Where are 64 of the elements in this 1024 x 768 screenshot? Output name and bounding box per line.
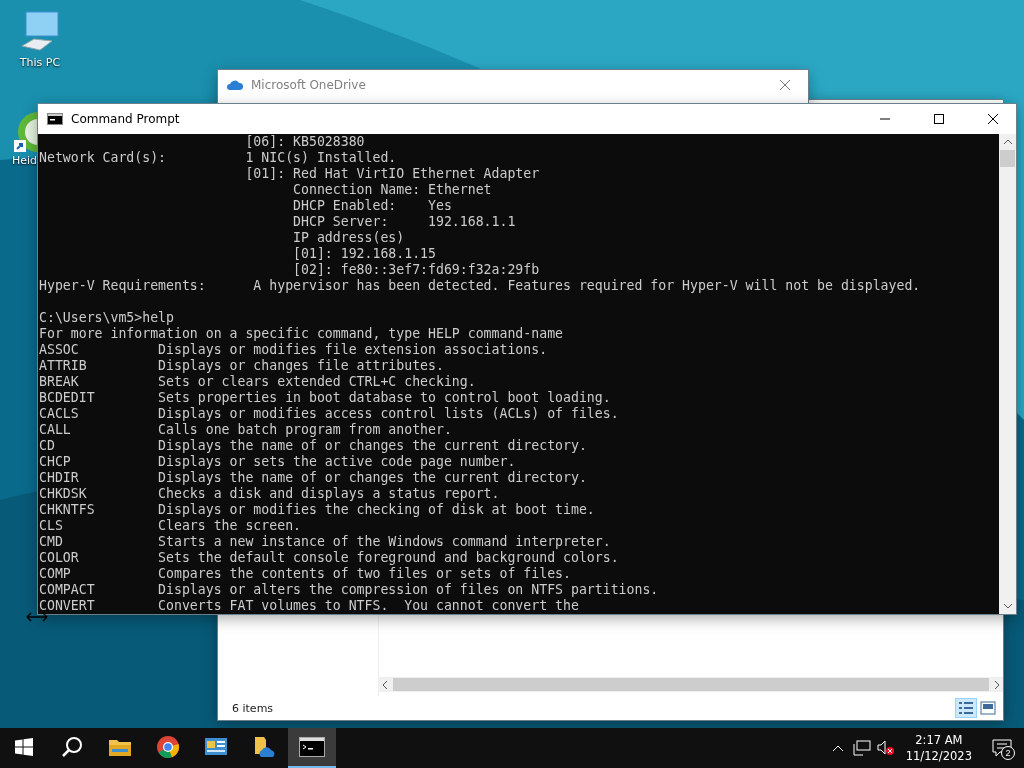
terminal-line: CHCP Displays or sets the active code page number.: [39, 454, 517, 470]
close-icon: [987, 113, 999, 125]
clock[interactable]: 2:17 AM 11/12/2023: [897, 728, 980, 768]
terminal-line: COMP Compares the contents of two files or sets of files.: [39, 566, 572, 582]
desktop-icon-label[interactable]: This PC: [19, 56, 61, 69]
windows-logo-icon: [15, 738, 33, 756]
terminal-line: [06]: KB5028380: [244, 134, 366, 150]
control-panel-icon: [204, 736, 228, 758]
terminal-line: C:\Users\vm5>help: [39, 310, 175, 326]
window-title: Microsoft OneDrive: [251, 78, 367, 92]
monitor-icon: [852, 740, 871, 756]
cloud-folder-icon: [252, 735, 276, 759]
terminal-line: Network Card(s): 1 NIC(s) Installed.: [39, 150, 398, 166]
large-icons-view-icon: [980, 701, 996, 715]
terminal-line: CONVERT Converts FAT volumes to NTFS. You cannot convert the: [39, 598, 580, 614]
notification-count: 2: [1001, 746, 1015, 760]
taskbar-app[interactable]: [288, 728, 336, 768]
maximize-icon: [933, 113, 945, 125]
terminal-line: CD Displays the name of or changes the current directory.: [39, 438, 588, 454]
terminal-line: CMD Starts a new instance of the Windows command interpreter.: [39, 534, 612, 550]
terminal-line: [02]: fe80::3ef7:fd69:f32a:29fb: [292, 262, 541, 278]
close-icon: [779, 79, 791, 91]
terminal-line: CACLS Displays or modifies access control lists (ACLs) of files.: [39, 406, 620, 422]
terminal-line: IP address(es): [292, 230, 406, 246]
action-center-button[interactable]: 2: [980, 728, 1024, 768]
item-count: 6 items: [232, 701, 275, 715]
terminal-line: [01]: 192.168.1.15: [292, 246, 437, 262]
terminal-line: Hyper-V Requirements: A hypervisor has been detected. Features required for Hyper-V will not be displayed.: [39, 278, 922, 294]
terminal-line: COMPACT Displays or alters the compression of files on NTFS partitions.: [39, 582, 660, 598]
notifications-icon: [992, 739, 1012, 757]
vertical-scrollbar[interactable]: [999, 134, 1016, 614]
window-title: Command Prompt: [71, 112, 181, 126]
terminal-line: DHCP Enabled: Yes: [292, 198, 453, 214]
speaker-muted-icon: [876, 740, 895, 756]
scroll-thumb[interactable]: [1000, 150, 1015, 167]
clock-time: 2:17 AM: [915, 732, 963, 748]
terminal-line: CLS Clears the screen.: [39, 518, 302, 534]
horizontal-scrollbar[interactable]: [379, 677, 1003, 692]
terminal-line: BREAK Sets or clears extended CTRL+C checking.: [39, 374, 477, 390]
chevron-up-icon: [831, 744, 844, 752]
terminal-line: ATTRIB Displays or changes file attributes.: [39, 358, 445, 374]
terminal-line: CALL Calls one batch program from another.: [39, 422, 453, 438]
console-icon: [299, 737, 325, 757]
terminal-line: COLOR Sets the default console foreground and background colors.: [39, 550, 620, 566]
folder-icon: [108, 737, 132, 757]
scroll-thumb[interactable]: [393, 678, 989, 691]
terminal-line: CHKDSK Checks a disk and displays a status report.: [39, 486, 501, 502]
clock-date: 11/12/2023: [905, 748, 972, 764]
search-icon: [61, 736, 83, 758]
terminal-line: BCDEDIT Sets properties in boot database to control boot loading.: [39, 390, 612, 406]
terminal-line: [01]: Red Hat VirtIO Ethernet Adapter: [244, 166, 541, 182]
terminal-line: DHCP Server: 192.168.1.1: [292, 214, 517, 230]
console-icon: [47, 113, 63, 125]
terminal-line: ASSOC Displays or modifies file extension associations.: [39, 342, 549, 358]
desktop-icon-label[interactable]: Heid: [12, 154, 38, 167]
terminal-line: Connection Name: Ethernet: [292, 182, 493, 198]
terminal-line: For more information on a specific command, type HELP command-name: [39, 326, 564, 342]
view-button[interactable]: [977, 698, 999, 718]
terminal-line: CHKNTFS Displays or modifies the checking of disk at boot time.: [39, 502, 596, 518]
cloud-icon: [227, 79, 243, 91]
view-button[interactable]: [955, 698, 977, 718]
details-view-icon: [958, 701, 974, 715]
chrome-icon: [156, 735, 180, 759]
terminal-line: CHDIR Displays the name of or changes the current directory.: [39, 470, 588, 486]
